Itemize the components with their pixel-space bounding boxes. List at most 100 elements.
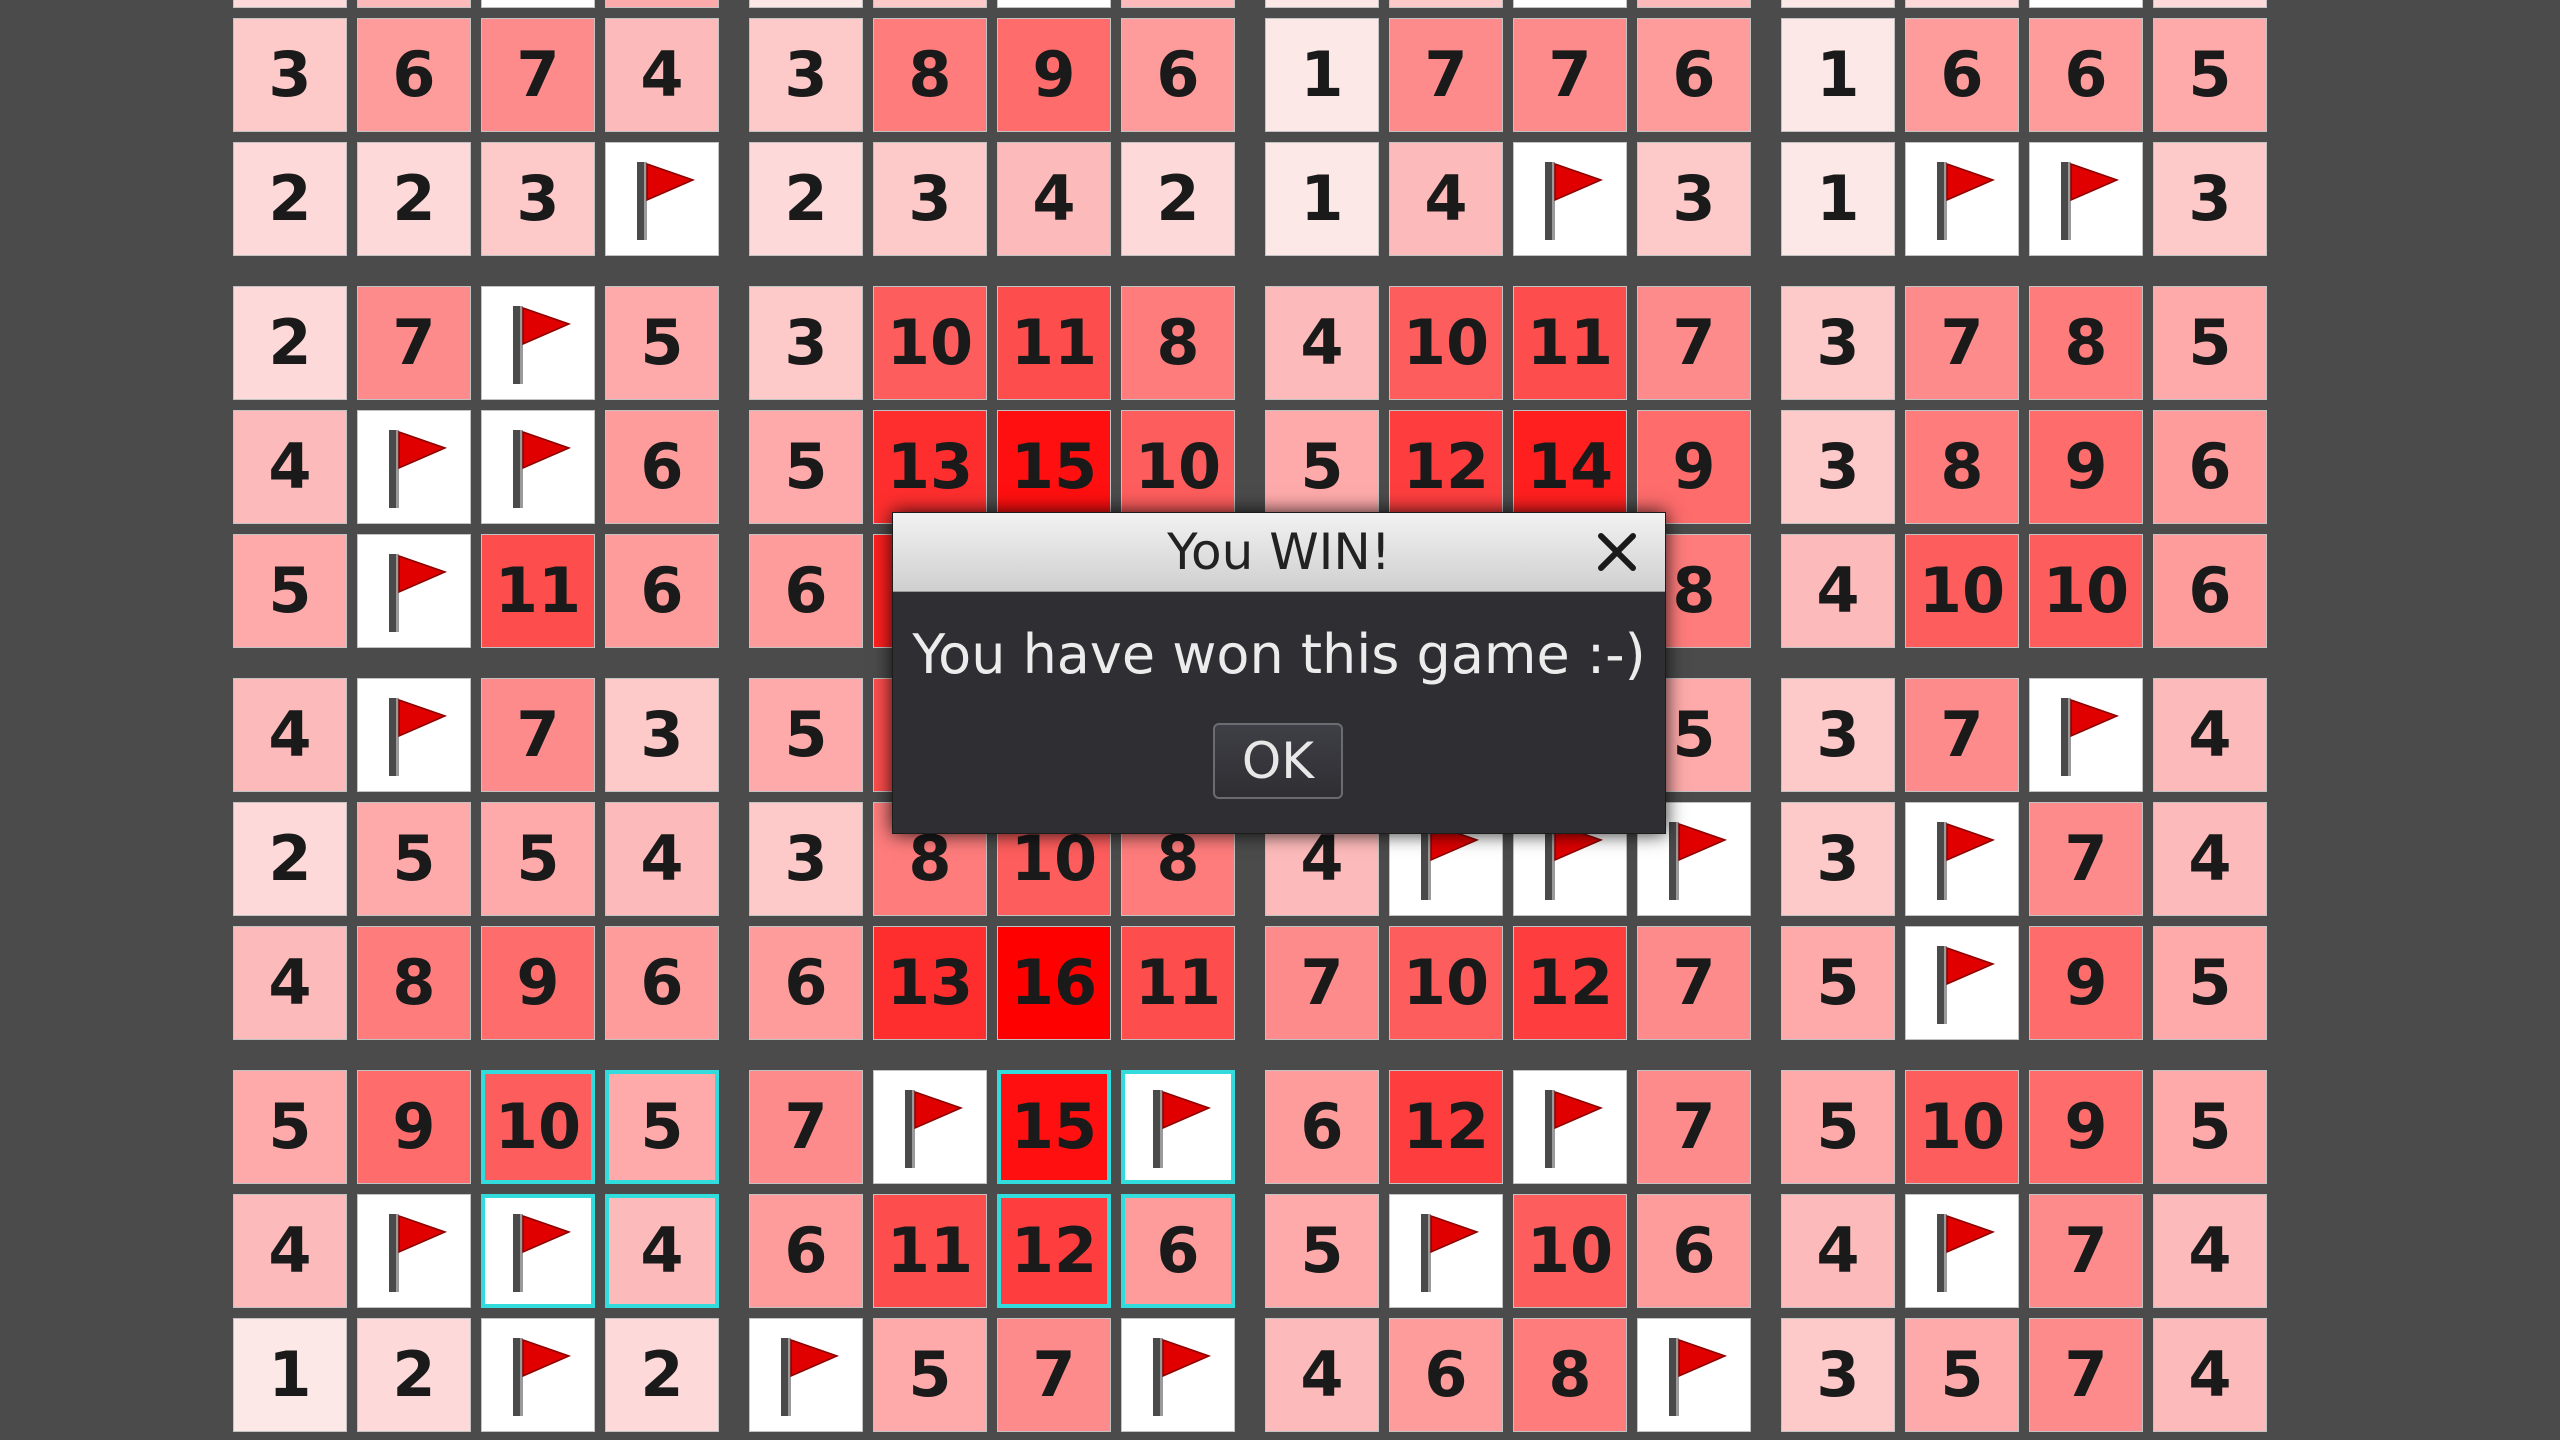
number-cell[interactable]: 6 — [1905, 18, 2019, 132]
number-cell[interactable]: 3 — [1781, 678, 1895, 792]
number-cell[interactable]: 12 — [997, 1194, 1111, 1308]
number-cell[interactable]: 4 — [233, 410, 347, 524]
number-cell[interactable]: 8 — [1513, 1318, 1627, 1432]
number-cell[interactable]: 3 — [2153, 142, 2267, 256]
number-cell[interactable]: 4 — [605, 802, 719, 916]
number-cell[interactable]: 1 — [749, 0, 863, 8]
number-cell[interactable]: 7 — [481, 678, 595, 792]
number-cell[interactable]: 10 — [1389, 286, 1503, 400]
number-cell[interactable]: 11 — [481, 534, 595, 648]
flagged-cell[interactable] — [2029, 142, 2143, 256]
flagged-cell[interactable] — [1513, 142, 1627, 256]
number-cell[interactable]: 5 — [2153, 286, 2267, 400]
number-cell[interactable]: 10 — [1121, 410, 1235, 524]
number-cell[interactable]: 3 — [1389, 0, 1503, 8]
number-cell[interactable]: 6 — [605, 410, 719, 524]
number-cell[interactable]: 4 — [1637, 0, 1751, 8]
number-cell[interactable]: 4 — [1265, 286, 1379, 400]
number-cell[interactable]: 1 — [1781, 0, 1895, 8]
number-cell[interactable]: 4 — [1781, 534, 1895, 648]
number-cell[interactable]: 6 — [2029, 18, 2143, 132]
flagged-cell[interactable] — [1389, 1194, 1503, 1308]
number-cell[interactable]: 5 — [233, 534, 347, 648]
number-cell[interactable]: 10 — [1905, 1070, 2019, 1184]
number-cell[interactable]: 7 — [2029, 1318, 2143, 1432]
flagged-cell[interactable] — [481, 410, 595, 524]
number-cell[interactable]: 12 — [1389, 410, 1503, 524]
number-cell[interactable]: 3 — [1781, 410, 1895, 524]
number-cell[interactable]: 6 — [1637, 18, 1751, 132]
number-cell[interactable]: 2 — [1121, 142, 1235, 256]
number-cell[interactable]: 12 — [1513, 926, 1627, 1040]
flagged-cell[interactable] — [357, 1194, 471, 1308]
number-cell[interactable]: 2 — [233, 286, 347, 400]
number-cell[interactable]: 5 — [1905, 1318, 2019, 1432]
number-cell[interactable]: 8 — [1121, 286, 1235, 400]
number-cell[interactable]: 9 — [997, 18, 1111, 132]
number-cell[interactable]: 7 — [1389, 18, 1503, 132]
number-cell[interactable]: 7 — [1637, 286, 1751, 400]
number-cell[interactable]: 4 — [2153, 678, 2267, 792]
number-cell[interactable]: 4 — [233, 678, 347, 792]
number-cell[interactable]: 5 — [2153, 1070, 2267, 1184]
flagged-cell[interactable] — [1121, 1070, 1235, 1184]
number-cell[interactable]: 3 — [1781, 802, 1895, 916]
number-cell[interactable]: 7 — [1637, 926, 1751, 1040]
number-cell[interactable]: 8 — [1905, 410, 2019, 524]
number-cell[interactable]: 6 — [2153, 410, 2267, 524]
number-cell[interactable]: 3 — [481, 142, 595, 256]
number-cell[interactable]: 5 — [605, 286, 719, 400]
number-cell[interactable]: 13 — [873, 410, 987, 524]
number-cell[interactable]: 10 — [1513, 1194, 1627, 1308]
number-cell[interactable]: 2 — [357, 142, 471, 256]
flagged-cell[interactable] — [2029, 0, 2143, 8]
number-cell[interactable]: 10 — [1905, 534, 2019, 648]
number-cell[interactable]: 4 — [1781, 1194, 1895, 1308]
flagged-cell[interactable] — [1513, 0, 1627, 8]
number-cell[interactable]: 4 — [605, 18, 719, 132]
number-cell[interactable]: 2 — [357, 1318, 471, 1432]
number-cell[interactable]: 6 — [605, 534, 719, 648]
close-icon[interactable] — [1589, 524, 1645, 580]
number-cell[interactable]: 1 — [1265, 142, 1379, 256]
flagged-cell[interactable] — [357, 678, 471, 792]
number-cell[interactable]: 6 — [2153, 534, 2267, 648]
number-cell[interactable]: 3 — [233, 18, 347, 132]
number-cell[interactable]: 4 — [605, 1194, 719, 1308]
number-cell[interactable]: 7 — [997, 1318, 1111, 1432]
flagged-cell[interactable] — [481, 1318, 595, 1432]
number-cell[interactable]: 7 — [1905, 678, 2019, 792]
number-cell[interactable]: 1 — [1265, 18, 1379, 132]
number-cell[interactable]: 3 — [605, 678, 719, 792]
number-cell[interactable]: 2 — [233, 802, 347, 916]
number-cell[interactable]: 6 — [1265, 1070, 1379, 1184]
number-cell[interactable]: 6 — [357, 18, 471, 132]
flagged-cell[interactable] — [357, 410, 471, 524]
number-cell[interactable]: 7 — [749, 1070, 863, 1184]
number-cell[interactable]: 7 — [1905, 286, 2019, 400]
number-cell[interactable]: 10 — [2029, 534, 2143, 648]
number-cell[interactable]: 11 — [997, 286, 1111, 400]
flagged-cell[interactable] — [749, 1318, 863, 1432]
number-cell[interactable]: 11 — [1121, 926, 1235, 1040]
flagged-cell[interactable] — [481, 0, 595, 8]
number-cell[interactable]: 10 — [1389, 926, 1503, 1040]
number-cell[interactable]: 5 — [749, 410, 863, 524]
number-cell[interactable]: 9 — [2029, 410, 2143, 524]
number-cell[interactable]: 4 — [1265, 1318, 1379, 1432]
number-cell[interactable]: 3 — [1781, 286, 1895, 400]
flagged-cell[interactable] — [997, 0, 1111, 8]
ok-button[interactable]: OK — [1213, 723, 1343, 799]
number-cell[interactable]: 7 — [1265, 926, 1379, 1040]
flagged-cell[interactable] — [1121, 1318, 1235, 1432]
number-cell[interactable]: 7 — [1513, 18, 1627, 132]
number-cell[interactable]: 2 — [605, 1318, 719, 1432]
number-cell[interactable]: 1 — [1265, 0, 1379, 8]
number-cell[interactable]: 3 — [873, 142, 987, 256]
number-cell[interactable]: 4 — [233, 926, 347, 1040]
number-cell[interactable]: 2 — [2153, 0, 2267, 8]
flagged-cell[interactable] — [1905, 142, 2019, 256]
number-cell[interactable]: 5 — [605, 0, 719, 8]
number-cell[interactable]: 6 — [1121, 18, 1235, 132]
number-cell[interactable]: 5 — [1265, 1194, 1379, 1308]
